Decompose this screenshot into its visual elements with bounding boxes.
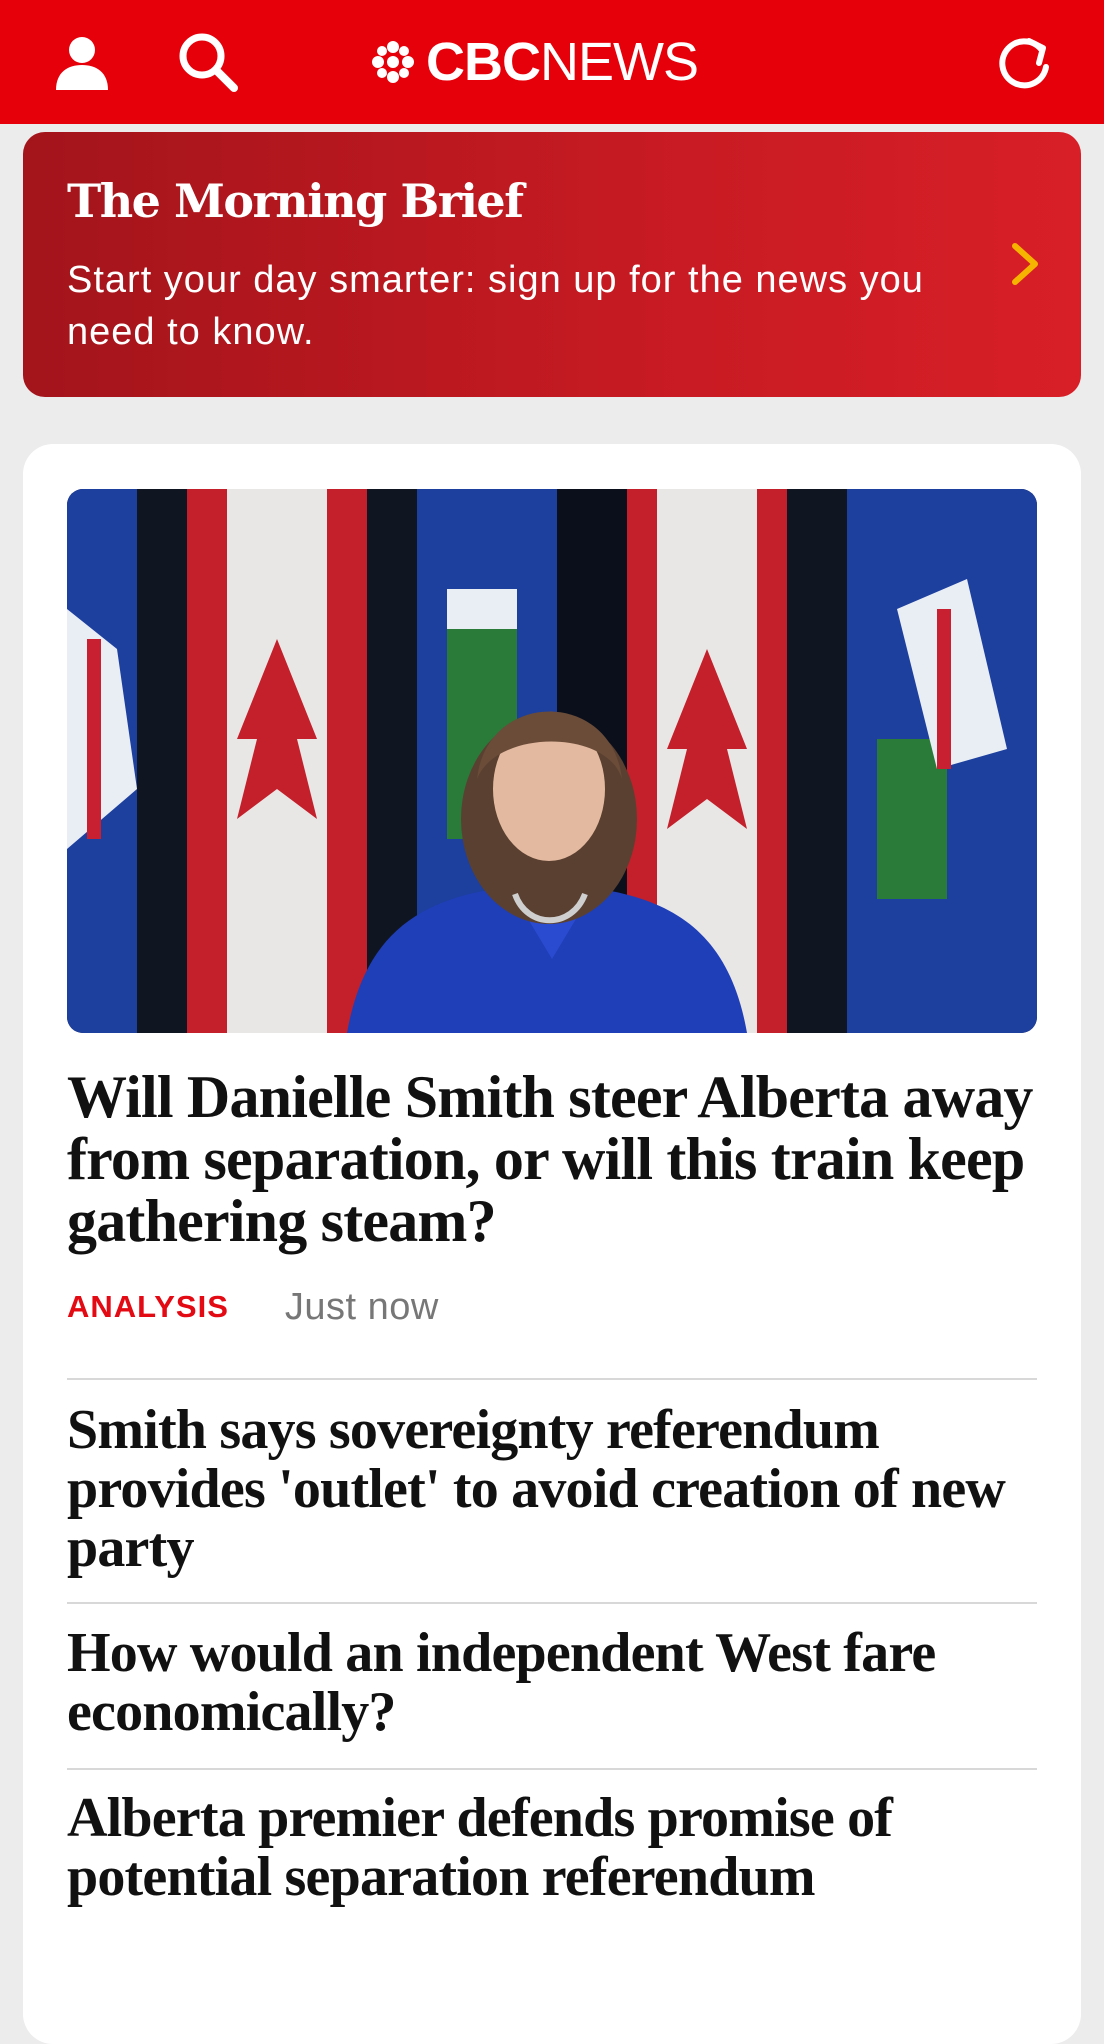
chevron-right-icon[interactable]	[1009, 240, 1041, 293]
lead-story-headline[interactable]: Will Danielle Smith steer Alberta away f…	[67, 1066, 1037, 1252]
search-icon[interactable]	[172, 26, 244, 98]
top-bar: CBCNEWS	[0, 0, 1104, 124]
morning-brief-banner[interactable]: The Morning Brief Start your day smarter…	[23, 132, 1081, 397]
lead-story-image[interactable]	[67, 489, 1037, 1033]
logo-wordmark: CBCNEWS	[426, 32, 699, 92]
related-story-headline[interactable]: How would an independent West fare econo…	[67, 1624, 1037, 1742]
user-icon[interactable]	[46, 26, 118, 98]
story-tag: ANALYSIS	[67, 1289, 229, 1324]
lead-story-meta: ANALYSIS Just now	[67, 1284, 439, 1330]
story-card: Will Danielle Smith steer Alberta away f…	[23, 444, 1081, 2044]
divider	[67, 1768, 1037, 1770]
related-story-headline[interactable]: Smith says sovereignty referendum provid…	[67, 1401, 1037, 1578]
cbc-news-logo[interactable]: CBCNEWS	[370, 28, 699, 96]
related-story-headline[interactable]: Alberta premier defends promise of poten…	[67, 1789, 1037, 1907]
divider	[67, 1378, 1037, 1380]
story-timestamp: Just now	[284, 1285, 439, 1328]
cbc-gem-icon	[372, 41, 414, 83]
promo-title: The Morning Brief	[67, 174, 524, 228]
promo-text: Start your day smarter: sign up for the …	[67, 259, 924, 353]
refresh-icon[interactable]	[988, 26, 1060, 98]
divider	[67, 1602, 1037, 1604]
